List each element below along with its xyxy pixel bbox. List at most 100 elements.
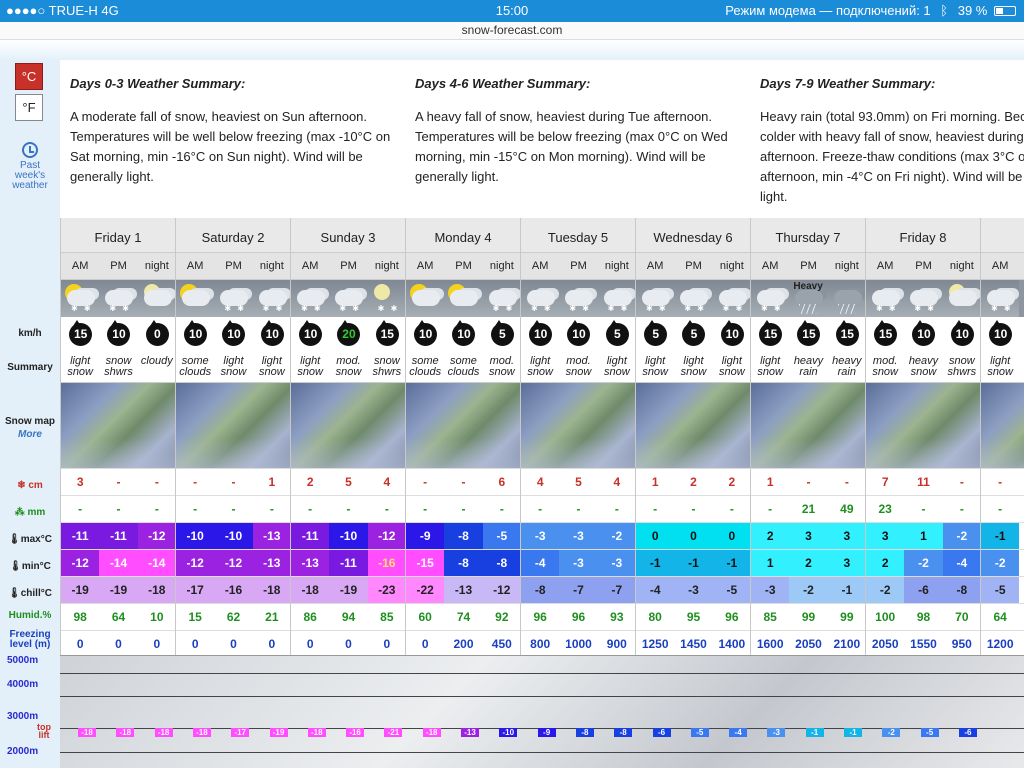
- lift-temp-badge: -18: [78, 728, 96, 737]
- summary-row-label: Summary: [7, 362, 53, 373]
- snowflake-icon: ✱ ✱: [492, 304, 515, 313]
- bluetooth-icon: ᛒ: [940, 3, 949, 18]
- max-cell: -10: [329, 523, 368, 549]
- wind-cell: 5: [483, 317, 521, 352]
- summary-cell: heavy rain: [789, 352, 827, 382]
- frz-cell: 0: [421, 637, 429, 651]
- frz-cell: 0: [153, 637, 161, 651]
- summary-line-2: snow: [297, 366, 323, 378]
- frz-cell: 1000: [565, 637, 592, 651]
- humid-row: 85 99 99: [751, 603, 865, 630]
- summary-cell: light snow: [981, 352, 1019, 382]
- snow-map-thumb[interactable]: [981, 382, 1024, 468]
- wind-badge: 10: [299, 320, 323, 346]
- rain-icon: [799, 304, 818, 314]
- snow-map-thumb[interactable]: [521, 382, 635, 468]
- snow-row: 2 5 4: [291, 468, 405, 495]
- chill-cell: -8: [521, 577, 560, 603]
- snowflake-icon: ✱ ✱: [607, 304, 630, 313]
- summary-title: Days 0-3 Weather Summary:: [70, 76, 246, 91]
- summary-cell: light snow: [61, 352, 99, 382]
- day-header: Sunday 3: [291, 218, 405, 253]
- humid-row: 86 94 85: [291, 603, 405, 630]
- weather-icon: ✱ ✱: [712, 280, 751, 317]
- summary-cell: light snow: [214, 352, 252, 382]
- wind-row: 10 20 15: [291, 317, 405, 352]
- snowflake-icon: ✱ ✱: [761, 304, 783, 313]
- icon-row: ✱ ✱ Heavy: [751, 280, 866, 317]
- chill-cell: -3: [751, 577, 790, 603]
- snow-map-more-link[interactable]: More: [0, 429, 60, 440]
- frz-cell: 1250: [641, 637, 669, 651]
- summary-line-2: snow: [872, 366, 898, 378]
- rain-row: - 21 49: [751, 495, 865, 522]
- snowflake-icon: ✱ ✱: [876, 304, 898, 313]
- time-label: PM: [225, 260, 242, 272]
- max-cell: 0: [674, 523, 713, 549]
- icon-row: ✱ ✱: [406, 280, 521, 317]
- rain-cell: -: [78, 502, 83, 516]
- snow-map-thumb[interactable]: [866, 382, 980, 468]
- snow-map-thumb[interactable]: [61, 382, 175, 468]
- snow-map-thumb[interactable]: [291, 382, 405, 468]
- summary-cell: mod. snow: [559, 352, 597, 382]
- snow-row: - - 6: [406, 468, 520, 495]
- snow-map-thumb[interactable]: [176, 382, 290, 468]
- header-band: [0, 40, 1024, 60]
- wind-badge: 15: [874, 320, 898, 346]
- time-label: AM: [646, 260, 664, 272]
- lift-temp-badge: -21: [384, 728, 403, 737]
- summary-cell: light snow: [598, 352, 636, 382]
- url-bar[interactable]: snow-forecast.com: [0, 22, 1024, 40]
- frz-cell: 200: [453, 637, 474, 651]
- summary-row: light snow heavy rain heavy rain: [751, 352, 865, 382]
- max-cell: -12: [367, 523, 406, 549]
- wind-cell: 10: [214, 317, 252, 352]
- weather-icon: [406, 280, 445, 317]
- summary-row: light snow mod. snow light snow: [521, 352, 635, 382]
- rain-cell: 21: [801, 502, 816, 516]
- chill-row: -2 -6 -8: [866, 576, 981, 603]
- celsius-button[interactable]: °C: [15, 63, 43, 90]
- chill-cell: -5: [981, 577, 1020, 603]
- icon-row: ✱ ✱: [981, 280, 1024, 317]
- summary-text: A heavy fall of snow, heaviest during Tu…: [415, 109, 728, 184]
- weather-icon: ✱ ✱: [99, 280, 138, 317]
- max-cell: -12: [137, 523, 176, 549]
- past-weather-link[interactable]: Past week's weather: [0, 142, 60, 191]
- min-cell: -1: [712, 550, 751, 576]
- snow-map-thumb[interactable]: [406, 382, 520, 468]
- time-label: night: [719, 260, 744, 272]
- snow-map-thumb[interactable]: [636, 382, 750, 468]
- snow-cell: -: [193, 475, 198, 489]
- frz-cell: 800: [530, 637, 551, 651]
- rain-cell: -: [614, 502, 619, 516]
- hotspot-label: Режим модема — подключений: 1: [725, 3, 931, 18]
- snowflake-icon: ✱ ✱: [377, 304, 400, 313]
- wind-cell: 10: [559, 317, 597, 352]
- snow-cell: -: [116, 475, 121, 489]
- wind-badge: 10: [567, 320, 591, 346]
- fahrenheit-button[interactable]: °F: [15, 94, 43, 121]
- time-label: night: [374, 260, 399, 272]
- summary-text: Heavy rain (total 93.0mm) on Fri morning…: [760, 109, 1024, 204]
- thermometer-icon: 🌡: [8, 534, 21, 545]
- chill-row: -17 -16 -18: [176, 576, 291, 603]
- wind-badge: 10: [529, 320, 553, 346]
- lift-temp-badge: -2: [882, 728, 901, 737]
- humid-row: 96 96 93: [521, 603, 635, 630]
- frz-cell: 0: [306, 637, 314, 651]
- summary-cell: mod. snow: [329, 352, 367, 382]
- frz-row: 1600 2050 2100: [751, 630, 865, 657]
- wind-cell: 15: [368, 317, 406, 352]
- lift-temp-badge: -6: [958, 728, 977, 737]
- wind-badge: 10: [260, 320, 284, 346]
- snow-map-thumb[interactable]: [751, 382, 865, 468]
- weather-icon: ✱ ✱: [751, 280, 790, 317]
- humid-row: 64: [981, 603, 1024, 630]
- max-row: -9 -8 -5: [406, 522, 521, 549]
- snow-cell: -: [154, 475, 159, 489]
- snowflake-icon: ✱ ✱: [339, 304, 361, 313]
- snow-row: 1 2 2: [636, 468, 750, 495]
- summary-line-2: rain: [837, 366, 856, 378]
